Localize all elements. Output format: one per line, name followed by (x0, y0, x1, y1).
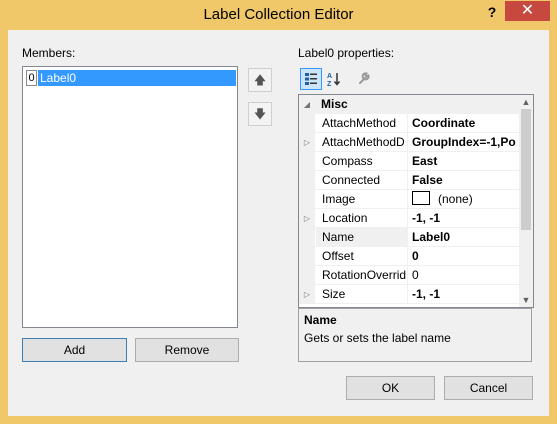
property-row-attachmethodd[interactable]: ▷ AttachMethodD GroupIndex=-1,Po (299, 133, 519, 152)
property-category-misc[interactable]: ◢ Misc (299, 95, 519, 114)
help-title: Name (304, 313, 337, 327)
property-name: RotationOverrid (316, 266, 408, 285)
property-grid[interactable]: ◢ Misc AttachMethod Coordinate ▷ AttachM… (298, 94, 534, 308)
property-value[interactable]: 0 (409, 266, 519, 285)
property-name: Size (316, 285, 408, 304)
scrollbar-thumb[interactable] (521, 109, 531, 230)
remove-button[interactable]: Remove (135, 338, 239, 362)
members-list[interactable]: 0 Label0 (22, 66, 238, 328)
categorized-icon (305, 73, 317, 85)
property-row-size[interactable]: ▷ Size -1, -1 (299, 285, 519, 304)
help-description: Gets or sets the label name (304, 331, 451, 345)
list-item-index: 0 (26, 70, 37, 86)
property-row-rotationoverride[interactable]: RotationOverrid 0 (299, 266, 519, 285)
property-value[interactable]: -1, -1 (409, 209, 519, 228)
property-name: Image (316, 190, 408, 209)
property-value[interactable]: Coordinate (409, 114, 519, 133)
title-bar[interactable]: Label Collection Editor ? ✕ (0, 0, 557, 30)
property-name: Offset (316, 247, 408, 266)
property-name: AttachMethod (316, 114, 408, 133)
property-value[interactable]: GroupIndex=-1,Po (409, 133, 519, 152)
property-value[interactable]: False (409, 171, 519, 190)
scroll-down-icon[interactable]: ▼ (519, 293, 533, 307)
property-row-compass[interactable]: Compass East (299, 152, 519, 171)
property-name: Name (316, 228, 408, 247)
property-name: Compass (316, 152, 408, 171)
property-row-location[interactable]: ▷ Location -1, -1 (299, 209, 519, 228)
property-row-image[interactable]: Image (none) (299, 190, 519, 209)
property-row-offset[interactable]: Offset 0 (299, 247, 519, 266)
image-preview-swatch (412, 191, 430, 205)
property-value[interactable]: Label0 (409, 228, 519, 247)
property-pages-button[interactable] (353, 68, 375, 90)
properties-label: Label0 properties: (298, 46, 395, 60)
svg-text:A: A (327, 73, 332, 80)
window-title: Label Collection Editor (203, 6, 354, 23)
property-name: AttachMethodD (316, 133, 408, 152)
dialog-window: Label Collection Editor ? ✕ Members: 0 L… (0, 0, 557, 424)
property-name: Location (316, 209, 408, 228)
arrow-down-icon: 🡇 (253, 107, 267, 121)
property-name: Connected (316, 171, 408, 190)
property-value[interactable]: East (409, 152, 519, 171)
cancel-button[interactable]: Cancel (444, 376, 533, 400)
category-label: Misc (321, 97, 348, 111)
property-row-connected[interactable]: Connected False (299, 171, 519, 190)
arrow-up-icon: 🡅 (253, 73, 267, 87)
alphabetical-icon: A Z (327, 73, 341, 88)
expand-icon[interactable]: ▷ (299, 133, 315, 152)
add-button[interactable]: Add (22, 338, 127, 362)
categorized-button[interactable] (300, 68, 322, 90)
property-row-attachmethod[interactable]: AttachMethod Coordinate (299, 114, 519, 133)
property-row-name[interactable]: Name Label0 (299, 228, 519, 247)
property-value[interactable]: 0 (409, 247, 519, 266)
list-item-label: Label0 (38, 70, 236, 86)
property-value[interactable]: (none) (409, 190, 519, 209)
close-button[interactable]: ✕ (505, 1, 550, 21)
move-up-button[interactable]: 🡅 (248, 68, 272, 92)
property-grid-toolbar: A Z (298, 66, 530, 90)
wrench-icon (359, 72, 370, 84)
scroll-up-icon[interactable]: ▲ (519, 95, 533, 109)
members-label: Members: (22, 46, 76, 60)
alphabetical-button[interactable]: A Z (323, 68, 345, 90)
expand-icon[interactable]: ▷ (299, 285, 315, 304)
expand-icon[interactable]: ▷ (299, 209, 315, 228)
property-value[interactable]: -1, -1 (409, 285, 519, 304)
help-button[interactable]: ? (482, 2, 502, 22)
image-value-text: (none) (438, 192, 473, 206)
ok-button[interactable]: OK (346, 376, 435, 400)
property-help-pane: Name Gets or sets the label name (298, 308, 532, 362)
move-down-button[interactable]: 🡇 (248, 102, 272, 126)
vertical-scrollbar[interactable]: ▲ ▼ (519, 95, 533, 307)
dialog-client-area: Members: 0 Label0 🡅 🡇 Add Remove Label0 … (8, 30, 549, 416)
list-item[interactable]: 0 Label0 (26, 70, 236, 86)
svg-text:Z: Z (327, 81, 332, 87)
collapse-icon[interactable]: ◢ (299, 95, 315, 114)
